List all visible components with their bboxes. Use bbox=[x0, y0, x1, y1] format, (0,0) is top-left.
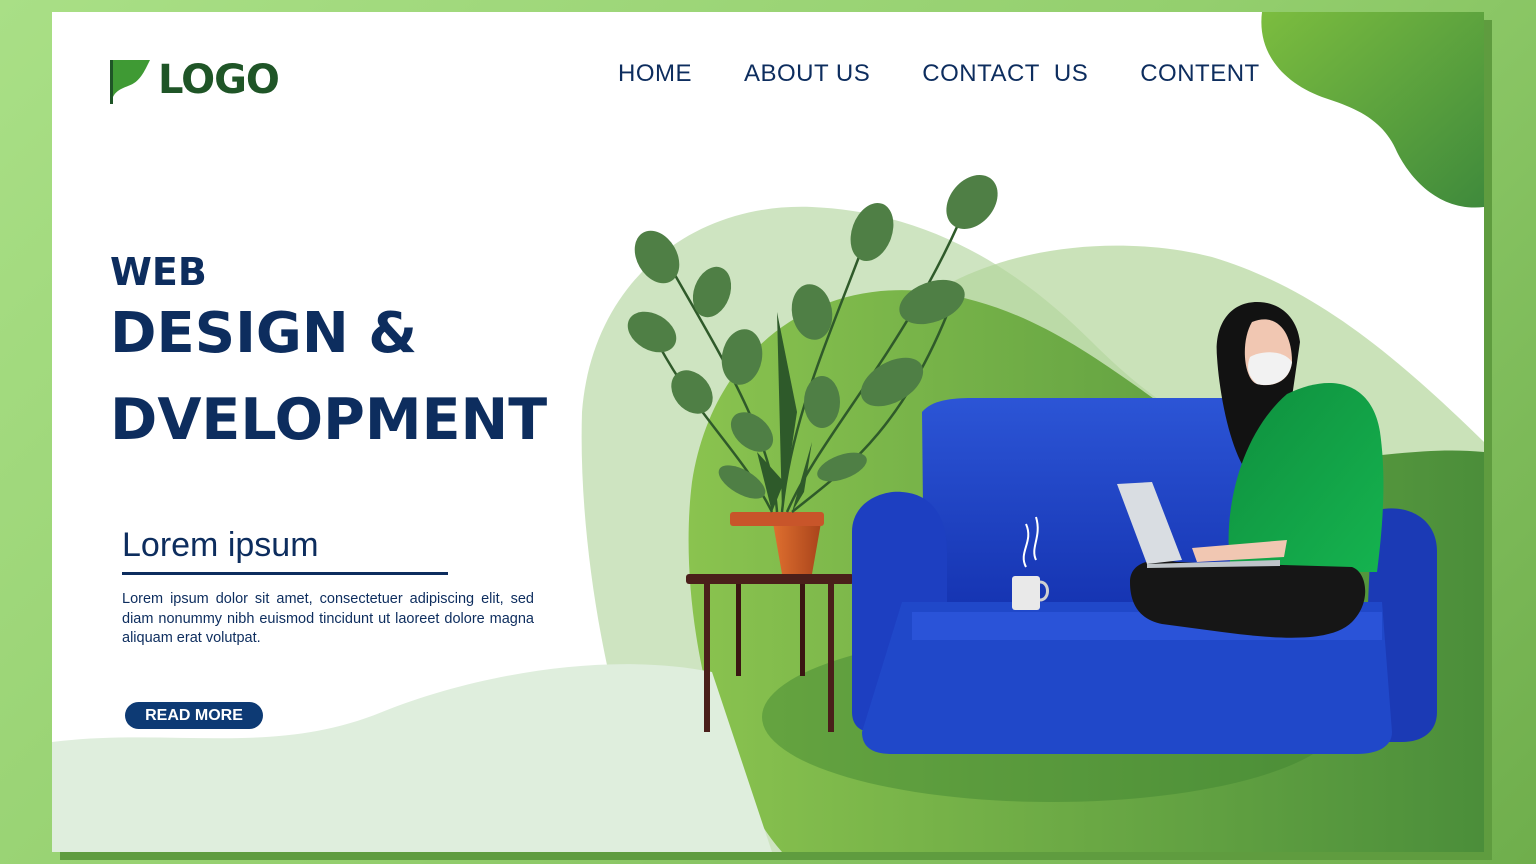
landing-page-card: LOGO HOME ABOUT US CONTACT US CONTENT WE… bbox=[52, 12, 1484, 852]
hero-illustration bbox=[627, 175, 1437, 754]
side-table bbox=[686, 574, 854, 732]
